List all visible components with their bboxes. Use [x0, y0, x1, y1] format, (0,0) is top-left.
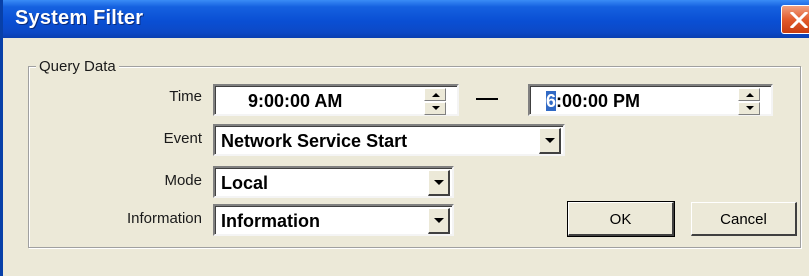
end-time-value: 6:00:00 PM [546, 91, 640, 112]
information-value: Information [221, 211, 320, 231]
end-time-field[interactable]: 6:00:00 PM [528, 84, 773, 116]
information-select[interactable]: Information [213, 204, 454, 236]
mode-label: Mode [164, 172, 202, 189]
close-icon [790, 12, 808, 28]
start-time-down-button[interactable] [424, 102, 446, 115]
event-value: Network Service Start [221, 131, 408, 151]
mode-value: Local [221, 173, 269, 193]
ok-button-label: OK [609, 211, 632, 228]
chevron-down-icon [545, 138, 555, 143]
cancel-button-label: Cancel [720, 211, 767, 228]
end-time-selected-segment: 6 [546, 91, 557, 111]
close-button[interactable] [781, 5, 809, 34]
end-time-rest: :00:00 PM [556, 91, 641, 111]
time-range-separator [476, 98, 498, 100]
start-time-field[interactable]: 9:00:00 AM [213, 84, 459, 116]
spin-down-icon [746, 106, 754, 110]
spin-down-icon [432, 106, 440, 110]
mode-dropdown-button[interactable] [428, 170, 450, 196]
information-label: Information [126, 210, 202, 227]
chevron-down-icon [434, 180, 444, 185]
information-dropdown-button[interactable] [428, 208, 450, 234]
start-time-spinner[interactable] [424, 88, 446, 116]
spin-up-icon [746, 93, 754, 97]
event-select[interactable]: Network Service Start [213, 124, 565, 156]
start-time-value: 9:00:00 AM [248, 91, 343, 111]
group-label: Query Data [36, 58, 119, 75]
end-time-spinner[interactable] [738, 88, 760, 116]
ok-button[interactable]: OK [567, 201, 675, 237]
chevron-down-icon [434, 218, 444, 223]
end-time-down-button[interactable] [738, 102, 760, 115]
start-time-up-button[interactable] [424, 88, 446, 101]
cancel-button[interactable]: Cancel [691, 202, 797, 236]
end-time-up-button[interactable] [738, 88, 760, 101]
event-label: Event [163, 130, 202, 147]
spin-up-icon [432, 93, 440, 97]
time-label: Time [169, 88, 202, 105]
event-dropdown-button[interactable] [539, 128, 561, 154]
mode-select[interactable]: Local [213, 166, 454, 198]
window-title: System Filter [15, 7, 144, 29]
title-bar[interactable]: System Filter [3, 0, 809, 38]
